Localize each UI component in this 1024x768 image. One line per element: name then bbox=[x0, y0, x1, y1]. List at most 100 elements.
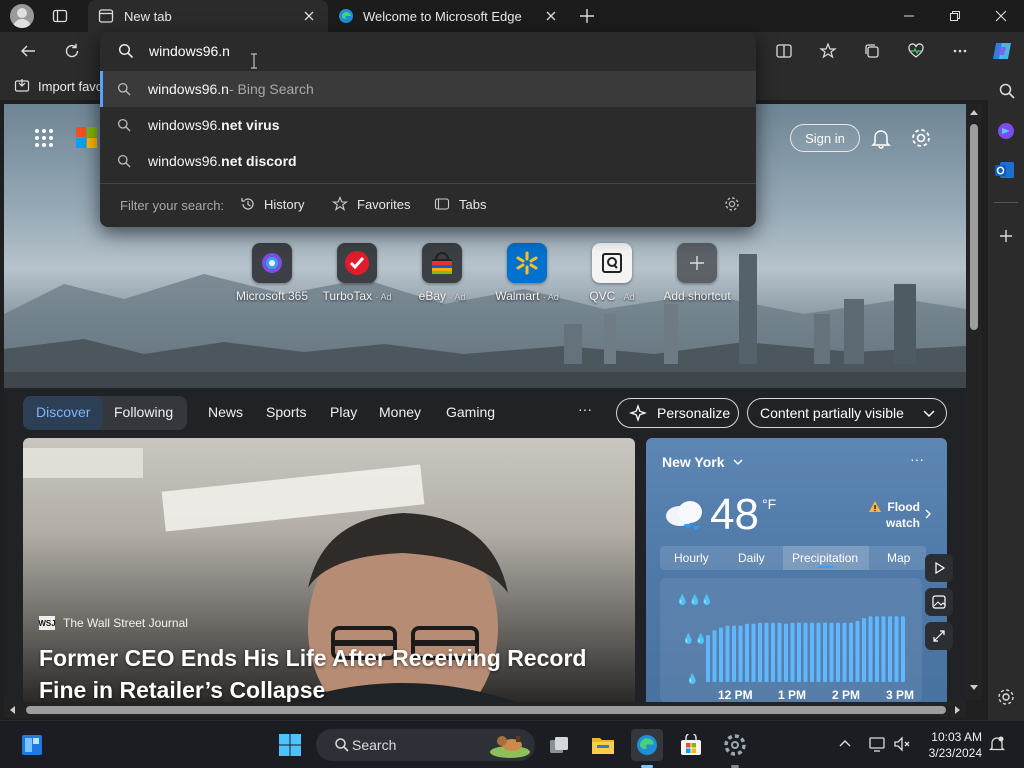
weather-unit[interactable]: °F bbox=[762, 496, 776, 512]
tab-discover[interactable]: Discover bbox=[36, 404, 90, 420]
volume-muted-icon[interactable] bbox=[893, 735, 911, 753]
shortcut-turbotax[interactable]: TurboTax · Ad bbox=[315, 243, 399, 303]
suggestion-item[interactable]: windows96.n - Bing Search bbox=[100, 71, 756, 107]
notification-center-icon[interactable] bbox=[988, 735, 1006, 753]
close-window-button[interactable] bbox=[978, 0, 1024, 32]
filter-history-button[interactable]: History bbox=[240, 196, 304, 212]
apps-grid-icon[interactable] bbox=[34, 128, 54, 148]
play-icon bbox=[935, 562, 945, 574]
browser-essentials-icon[interactable] bbox=[900, 35, 932, 67]
microsoft-store-icon[interactable] bbox=[675, 729, 707, 761]
add-shortcut-button[interactable]: Add shortcut bbox=[655, 243, 739, 303]
tab-actions-icon[interactable] bbox=[52, 8, 68, 24]
selection-indicator bbox=[100, 71, 103, 107]
article-card[interactable]: WSJ The Wall Street Journal Former CEO E… bbox=[23, 438, 635, 702]
task-view-icon[interactable] bbox=[543, 729, 575, 761]
suggestion-item[interactable]: windows96. net virus bbox=[100, 107, 756, 143]
tab-new-tab[interactable]: New tab bbox=[88, 0, 328, 32]
system-clock[interactable]: 10:03 AM 3/23/2024 bbox=[926, 729, 982, 761]
shortcut-ebay[interactable]: eBay · Ad bbox=[400, 243, 484, 303]
precipitation-bar bbox=[836, 622, 840, 682]
moderate-rain-icon: 💧💧 bbox=[682, 634, 707, 645]
personalize-button[interactable]: Personalize bbox=[616, 398, 739, 428]
image-icon bbox=[932, 595, 946, 609]
scroll-left-arrow[interactable] bbox=[8, 705, 16, 715]
scroll-down-arrow[interactable] bbox=[969, 684, 979, 692]
image-button[interactable] bbox=[925, 588, 953, 616]
horizontal-scrollbar[interactable] bbox=[4, 702, 966, 718]
back-button[interactable] bbox=[12, 35, 44, 67]
play-button[interactable] bbox=[925, 554, 953, 582]
settings-app-icon[interactable] bbox=[719, 729, 751, 761]
weather-card[interactable]: New York ··· 48 °F Flood watch Hourly Da… bbox=[646, 438, 953, 702]
sidebar-search-icon[interactable] bbox=[998, 82, 1016, 100]
sidebar-settings-icon[interactable] bbox=[997, 688, 1015, 706]
nav-play[interactable]: Play bbox=[330, 404, 357, 420]
file-explorer-icon[interactable] bbox=[587, 729, 619, 761]
precipitation-bar bbox=[894, 616, 899, 682]
refresh-button[interactable] bbox=[56, 35, 88, 67]
suggestion-item[interactable]: windows96. net discord bbox=[100, 143, 756, 179]
shortcut-qvc[interactable]: QVC · Ad bbox=[570, 243, 654, 303]
minimize-button[interactable] bbox=[886, 0, 932, 32]
copilot-icon[interactable] bbox=[986, 35, 1018, 67]
flood-watch-alert[interactable]: Flood watch bbox=[886, 499, 920, 531]
tab-welcome-edge[interactable]: Welcome to Microsoft Edge bbox=[330, 0, 570, 32]
shortcut-microsoft-365[interactable]: Microsoft 365 bbox=[230, 243, 314, 303]
widgets-icon[interactable] bbox=[16, 729, 48, 761]
tab-following[interactable]: Following bbox=[114, 404, 173, 420]
more-options-icon[interactable] bbox=[944, 35, 976, 67]
favorites-star-icon[interactable] bbox=[812, 35, 844, 67]
import-favorites-link[interactable]: Import favo bbox=[38, 79, 103, 94]
precipitation-bar bbox=[764, 622, 769, 682]
scroll-up-arrow[interactable] bbox=[969, 108, 979, 116]
weather-tab-map[interactable]: Map bbox=[887, 551, 910, 565]
nav-gaming[interactable]: Gaming bbox=[446, 404, 495, 420]
sidebar-copilot-icon[interactable] bbox=[996, 121, 1016, 141]
weather-city[interactable]: New York bbox=[662, 454, 725, 470]
city-chevron-icon[interactable] bbox=[732, 457, 744, 467]
restore-button[interactable] bbox=[932, 0, 978, 32]
taskbar-search-box[interactable]: Search bbox=[316, 729, 535, 761]
nav-more-button[interactable]: ··· bbox=[578, 401, 592, 417]
show-hidden-icons-chevron[interactable] bbox=[838, 738, 852, 748]
article-title-line-2: Fine in Retailer’s Collapse bbox=[39, 677, 326, 702]
filter-favorites-button[interactable]: Favorites bbox=[332, 196, 410, 212]
nav-sports[interactable]: Sports bbox=[266, 404, 306, 420]
close-tab-icon[interactable] bbox=[544, 9, 558, 23]
precipitation-bar bbox=[719, 627, 723, 682]
taskbar-edge-icon[interactable] bbox=[631, 729, 663, 761]
precipitation-bar bbox=[758, 622, 762, 682]
sign-in-button[interactable]: Sign in bbox=[790, 124, 860, 152]
filter-tabs-button[interactable]: Tabs bbox=[434, 196, 486, 212]
nav-news[interactable]: News bbox=[208, 404, 243, 420]
weather-tab-daily[interactable]: Daily bbox=[738, 551, 765, 565]
scroll-right-arrow[interactable] bbox=[954, 705, 962, 715]
start-button[interactable] bbox=[274, 729, 306, 761]
wsj-badge: WSJ bbox=[38, 616, 56, 630]
vertical-scroll-thumb[interactable] bbox=[970, 124, 978, 330]
split-screen-icon[interactable] bbox=[768, 35, 800, 67]
address-input[interactable]: windows96.n bbox=[149, 43, 230, 59]
page-settings-gear-icon[interactable] bbox=[910, 127, 932, 149]
network-icon[interactable] bbox=[868, 735, 886, 753]
close-tab-icon[interactable] bbox=[302, 9, 316, 23]
expand-button[interactable] bbox=[925, 622, 953, 650]
sidebar-add-icon[interactable] bbox=[997, 227, 1015, 245]
new-tab-plus-icon[interactable] bbox=[578, 7, 596, 25]
suggestion-settings-gear-icon[interactable] bbox=[724, 196, 740, 212]
nav-money[interactable]: Money bbox=[379, 404, 421, 420]
weather-tab-precipitation[interactable]: Precipitation bbox=[792, 551, 858, 565]
content-visibility-dropdown[interactable]: Content partially visible bbox=[747, 398, 947, 428]
notifications-bell-icon[interactable] bbox=[870, 127, 892, 149]
weather-tab-hourly[interactable]: Hourly bbox=[674, 551, 709, 565]
shortcut-walmart[interactable]: Walmart · Ad bbox=[485, 243, 569, 303]
horizontal-scroll-thumb[interactable] bbox=[26, 706, 946, 714]
profile-avatar[interactable] bbox=[10, 4, 34, 28]
outlook-icon[interactable] bbox=[994, 160, 1016, 180]
article-title[interactable]: Former CEO Ends His Life After Receiving… bbox=[39, 642, 586, 702]
weather-more-icon[interactable]: ··· bbox=[910, 451, 924, 467]
collections-icon[interactable] bbox=[856, 35, 888, 67]
precipitation-bar bbox=[706, 635, 710, 682]
vertical-scrollbar[interactable] bbox=[966, 104, 982, 700]
